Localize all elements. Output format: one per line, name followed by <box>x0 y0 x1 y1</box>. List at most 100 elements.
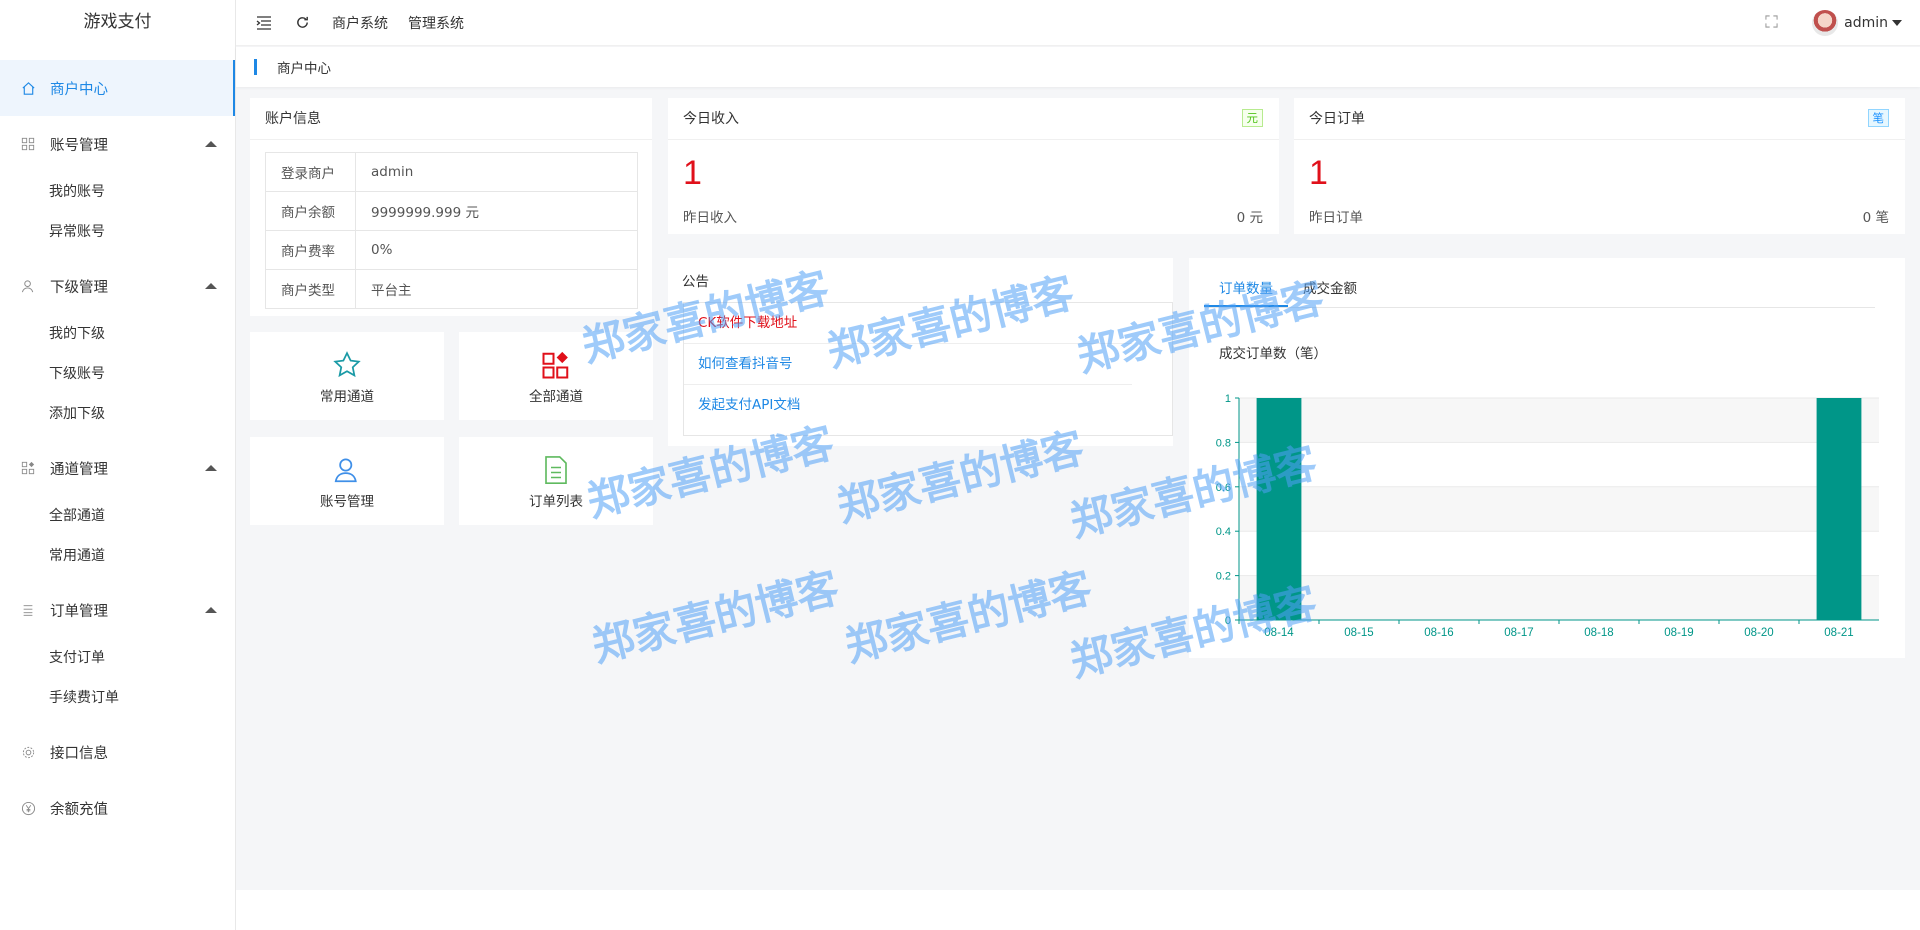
sidebar-item-order-manage[interactable]: 订单管理 <box>0 582 235 638</box>
yesterday-orders-line: 昨日订单 0 笔 <box>1309 206 1889 226</box>
sidebar-sub-my-subordinate[interactable]: 我的下级 <box>0 314 235 354</box>
grid-band <box>1239 486 1879 532</box>
watermark: 郑家喜的博客 <box>840 562 1097 672</box>
row-value: 9999999.999 元 <box>355 191 638 231</box>
header-link-admin-system[interactable]: 管理系统 <box>408 13 464 33</box>
caret-up-icon <box>205 141 217 147</box>
x-tick-label: 08-14 <box>1264 627 1294 639</box>
sidebar-sub-payment-orders[interactable]: 支付订单 <box>0 638 235 678</box>
sidebar-item-label: 订单管理 <box>50 603 108 620</box>
sidebar-item-account-manage[interactable]: 账号管理 <box>0 116 235 172</box>
sidebar-item-label: 余额充值 <box>50 801 108 818</box>
user-name: admin <box>1844 15 1888 31</box>
sidebar-sub-common-channels[interactable]: 常用通道 <box>0 536 235 576</box>
y-tick-label: 0.4 <box>1216 526 1231 538</box>
breadcrumb-current[interactable]: 商户中心 <box>277 57 331 77</box>
sidebar-item-api-info[interactable]: 接口信息 <box>0 724 235 780</box>
gear-icon <box>20 744 36 760</box>
today-income-value: 1 <box>683 154 702 192</box>
quick-label: 全部通道 <box>529 389 583 405</box>
quick-order-list[interactable]: 订单列表 <box>459 437 653 525</box>
footer <box>236 890 1920 930</box>
table-row: 商户余额 9999999.999 元 <box>265 191 638 231</box>
fullscreen-icon[interactable] <box>1765 14 1778 32</box>
y-tick-label: 0.2 <box>1216 571 1231 583</box>
collapse-menu-icon[interactable] <box>254 13 274 33</box>
row-key: 商户余额 <box>265 191 356 231</box>
notice-list: CK软件下载地址 如何查看抖音号 发起支付API文档 <box>683 302 1173 436</box>
sidebar-item-sub-manage[interactable]: 下级管理 <box>0 258 235 314</box>
sidebar-sub-fee-orders[interactable]: 手续费订单 <box>0 678 235 718</box>
card-title: 公告 <box>682 274 709 290</box>
top-header: 商户系统 管理系统 admin <box>236 0 1920 46</box>
yesterday-income-line: 昨日收入 0 元 <box>683 206 1263 226</box>
home-icon <box>20 80 36 96</box>
quick-label: 订单列表 <box>529 494 583 510</box>
bar <box>1816 398 1862 620</box>
refresh-icon[interactable] <box>292 13 312 33</box>
row-value: 平台主 <box>355 269 638 309</box>
card-title: 今日订单 <box>1294 98 1905 140</box>
grid-icon <box>20 136 36 152</box>
breadcrumb: 商户中心 <box>236 47 1920 87</box>
user-icon <box>20 278 36 294</box>
grid-band <box>1239 575 1879 620</box>
x-tick-label: 08-18 <box>1584 627 1613 639</box>
y-tick-label: 0.6 <box>1216 482 1231 494</box>
notice-item-douyin[interactable]: 如何查看抖音号 <box>684 344 1132 385</box>
quick-label: 账号管理 <box>320 494 374 510</box>
header-link-merchant-system[interactable]: 商户系统 <box>332 13 388 33</box>
unit-badge: 元 <box>1241 109 1263 127</box>
table-row: 登录商户 admin <box>265 152 638 192</box>
sidebar-item-channel-manage[interactable]: 通道管理 <box>0 440 235 496</box>
order-chart-card: 订单数量 成交金额 成交订单数（笔） 0 0.2 0.4 0.6 0.8 1 08-14 08… <box>1189 258 1905 658</box>
caret-up-icon <box>205 283 217 289</box>
quick-account-manage[interactable]: 账号管理 <box>250 437 444 525</box>
unit-badge: 笔 <box>1867 109 1889 127</box>
x-tick-label: 08-17 <box>1504 627 1533 639</box>
sidebar-item-label: 下级管理 <box>50 279 108 296</box>
card-title: 账户信息 <box>250 98 652 140</box>
x-tick-label: 08-20 <box>1744 627 1773 639</box>
table-row: 商户费率 0% <box>265 230 638 270</box>
sidebar-sub-add-subordinate[interactable]: 添加下级 <box>0 394 235 434</box>
yesterday-income-label: 昨日收入 <box>683 210 737 226</box>
card-title: 今日收入 <box>668 98 1279 140</box>
sidebar-item-balance-recharge[interactable]: 余额充值 <box>0 780 235 836</box>
yesterday-orders-value: 0 笔 <box>1862 210 1889 226</box>
avatar[interactable] <box>1812 10 1839 36</box>
sidebar-sub-my-account[interactable]: 我的账号 <box>0 172 235 212</box>
sidebar-sub-abnormal-account[interactable]: 异常账号 <box>0 212 235 252</box>
sidebar-nav: 商户中心 账号管理 我的账号 异常账号 下级管理 我的下级 下级账号 添加下级 … <box>0 60 235 836</box>
notice-card: 公告 CK软件下载地址 如何查看抖音号 发起支付API文档 <box>668 258 1173 446</box>
grid-band <box>1239 398 1879 443</box>
user-menu[interactable]: admin <box>1844 15 1902 31</box>
quick-common-channels[interactable]: 常用通道 <box>250 332 444 420</box>
notice-item-api-doc[interactable]: 发起支付API文档 <box>684 385 1132 426</box>
sidebar-item-label: 通道管理 <box>50 461 108 478</box>
sidebar: 游戏支付 商户中心 账号管理 我的账号 异常账号 下级管理 我的下级 下级账号 … <box>0 0 236 930</box>
sidebar-sub-subordinate-account[interactable]: 下级账号 <box>0 354 235 394</box>
x-tick-label: 08-21 <box>1824 627 1853 639</box>
x-tick-label: 08-16 <box>1424 627 1453 639</box>
watermark: 郑家喜的博客 <box>587 562 844 672</box>
sidebar-item-label: 商户中心 <box>50 81 108 98</box>
row-key: 商户类型 <box>265 269 356 309</box>
notice-item-download[interactable]: CK软件下载地址 <box>684 303 1132 344</box>
x-tick-label: 08-15 <box>1344 627 1373 639</box>
sidebar-item-label: 接口信息 <box>50 745 108 762</box>
quick-all-channels[interactable]: 全部通道 <box>459 332 653 420</box>
quick-label: 常用通道 <box>320 389 374 405</box>
yesterday-income-value: 0 元 <box>1236 210 1263 226</box>
today-orders-value: 1 <box>1309 154 1328 192</box>
sidebar-sub-all-channels[interactable]: 全部通道 <box>0 496 235 536</box>
caret-down-icon <box>1892 20 1902 26</box>
star-icon <box>250 349 444 381</box>
row-key: 登录商户 <box>265 152 356 192</box>
account-table: 登录商户 admin 商户余额 9999999.999 元 商户费率 0% 商户类型平… <box>265 152 638 309</box>
sidebar-item-label: 账号管理 <box>50 137 108 154</box>
sidebar-item-merchant-center[interactable]: 商户中心 <box>0 60 235 116</box>
breadcrumb-marker <box>254 59 257 75</box>
yesterday-orders-label: 昨日订单 <box>1309 210 1363 226</box>
caret-up-icon <box>205 607 217 613</box>
